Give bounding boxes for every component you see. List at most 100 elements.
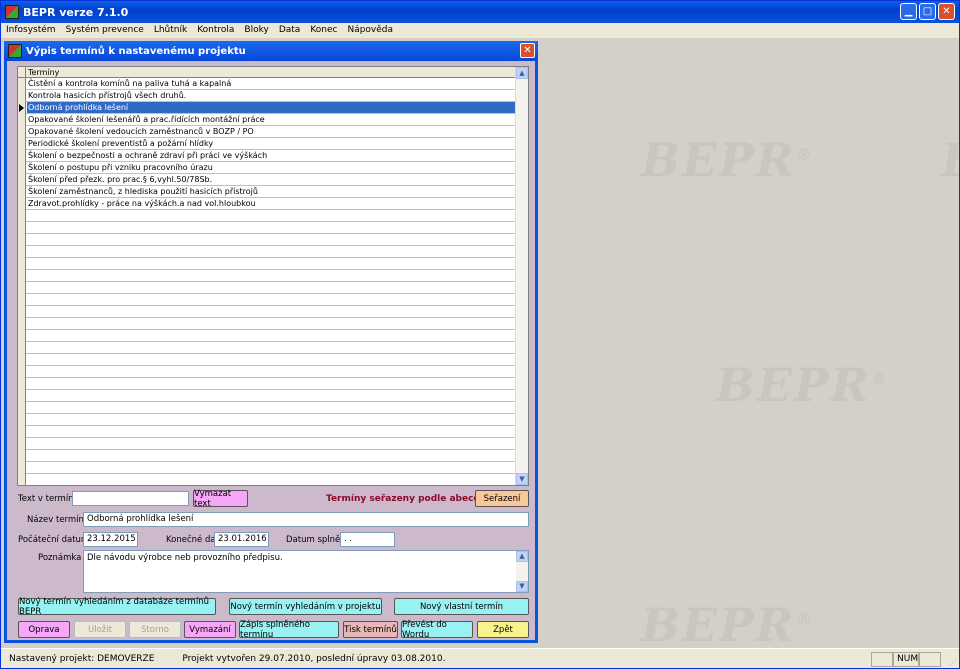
term-cell: Periodické školení preventistů a požární… [28, 139, 214, 148]
table-row[interactable]: Školení před přezk. pro prac.§ 6,vyhl.50… [18, 174, 516, 186]
table-row[interactable] [18, 234, 516, 246]
table-row[interactable]: Školení zaměstnanců, z hlediska použití … [18, 186, 516, 198]
record-done-button[interactable]: Zápis splněného termínu [239, 620, 339, 640]
note-scrollbar[interactable]: ▲ ▼ [516, 551, 528, 592]
name-field[interactable]: Odborná prohlídka lešení [83, 512, 529, 527]
search-input[interactable] [72, 491, 189, 506]
start-date-label: Počáteční datum [18, 535, 90, 545]
cancel-button[interactable]: Storno [129, 621, 181, 638]
table-row[interactable]: Periodické školení preventistů a požární… [18, 138, 516, 150]
table-row[interactable] [18, 222, 516, 234]
resize-grip-icon[interactable]: ⋰ [949, 658, 957, 667]
table-row[interactable] [18, 378, 516, 390]
row-indicator [18, 378, 26, 390]
note-scroll-down-button[interactable]: ▼ [516, 581, 528, 592]
table-row[interactable] [18, 354, 516, 366]
watermark-logo: BEPR [941, 133, 959, 187]
new-from-db-button[interactable]: Nový termín vyhledáním z databáze termín… [18, 597, 216, 617]
row-indicator [18, 270, 26, 282]
note-field[interactable]: Dle návodu výrobce neb provozního předpi… [83, 550, 529, 593]
back-button[interactable]: Zpět [477, 621, 529, 638]
table-row[interactable] [18, 462, 516, 474]
new-from-project-button[interactable]: Nový termín vyhledáním v projektu [229, 598, 382, 615]
sort-button[interactable]: Seřazení [475, 490, 529, 507]
row-indicator [18, 234, 26, 246]
window-close-button[interactable]: ✕ [520, 43, 535, 58]
clear-text-button[interactable]: Vymazat text [193, 489, 248, 509]
maximize-icon: □ [922, 6, 933, 17]
print-terms-button[interactable]: Tisk termínů [343, 621, 398, 638]
end-date-field[interactable]: 23.01.2016 [214, 532, 269, 547]
table-row[interactable]: Opakované školení vedoucích zaměstnanců … [18, 126, 516, 138]
done-date-field[interactable]: . . [340, 532, 395, 547]
column-header-terminy[interactable]: Termíny [28, 67, 59, 78]
close-icon: ✕ [523, 45, 532, 56]
table-row[interactable] [18, 366, 516, 378]
edit-button[interactable]: Oprava [18, 621, 70, 638]
maximize-button[interactable]: □ [919, 3, 936, 20]
table-row[interactable]: Kontrola hasicích přístrojů všech druhů. [18, 90, 516, 102]
scroll-down-button[interactable]: ▼ [516, 473, 528, 485]
table-row[interactable] [18, 474, 516, 485]
status-num: NUM [893, 652, 919, 667]
menu-bar: Infosystém Systém prevence Lhůtník Kontr… [1, 23, 959, 38]
scroll-up-button[interactable]: ▲ [516, 67, 528, 79]
table-row[interactable] [18, 402, 516, 414]
table-row[interactable] [18, 390, 516, 402]
table-row[interactable]: Odborná prohlídka lešení [18, 102, 516, 114]
export-to-word-button[interactable]: Převést do Wordu [401, 620, 473, 640]
watermark-logo: BEPR® [716, 358, 889, 412]
table-row[interactable]: Čistění a kontrola komínů na paliva tuhá… [18, 78, 516, 90]
row-indicator [18, 474, 26, 485]
app-titlebar[interactable]: BEPR verze 7.1.0 ▁ □ ✕ [1, 1, 959, 23]
table-row[interactable] [18, 246, 516, 258]
app-title: BEPR verze 7.1.0 [23, 5, 129, 19]
table-row[interactable] [18, 342, 516, 354]
chevron-up-icon: ▲ [519, 552, 525, 560]
row-indicator [18, 282, 26, 294]
table-row[interactable] [18, 450, 516, 462]
table-row[interactable] [18, 282, 516, 294]
sort-status-text: Termíny seřazeny podle abecedy. [326, 494, 495, 504]
delete-button[interactable]: Vymazání [184, 621, 236, 638]
minimize-button[interactable]: ▁ [900, 3, 917, 20]
menu-infosystem[interactable]: Infosystém [1, 23, 61, 38]
table-row[interactable] [18, 210, 516, 222]
table-row[interactable]: Zdravot.prohlídky - práce na výškách.a n… [18, 198, 516, 210]
row-indicator [18, 342, 26, 354]
menu-lhutnik[interactable]: Lhůtník [149, 23, 192, 38]
table-row[interactable] [18, 270, 516, 282]
table-row[interactable] [18, 318, 516, 330]
window-icon [8, 44, 22, 58]
menu-napoveda[interactable]: Nápověda [342, 23, 398, 38]
menu-system-prevence[interactable]: Systém prevence [61, 23, 149, 38]
grid-rows: Čistění a kontrola komínů na paliva tuhá… [18, 78, 516, 485]
status-empty-panel [871, 652, 893, 667]
table-row[interactable] [18, 426, 516, 438]
table-row[interactable] [18, 294, 516, 306]
menu-konec[interactable]: Konec [305, 23, 342, 38]
table-row[interactable]: Školení o bezpečnosti a ochraně zdraví p… [18, 150, 516, 162]
menu-data[interactable]: Data [274, 23, 306, 38]
note-scroll-up-button[interactable]: ▲ [516, 551, 528, 562]
vertical-scrollbar[interactable]: ▲ ▼ [515, 67, 528, 485]
table-row[interactable] [18, 438, 516, 450]
terms-window-titlebar[interactable]: Výpis termínů k nastavenému projektu ✕ [4, 41, 538, 61]
term-cell: Školení zaměstnanců, z hlediska použití … [28, 187, 258, 196]
save-button[interactable]: Uložit [74, 621, 126, 638]
table-row[interactable]: Školení o postupu při vzniku pracovního … [18, 162, 516, 174]
menu-kontrola[interactable]: Kontrola [192, 23, 239, 38]
table-row[interactable] [18, 330, 516, 342]
terms-grid[interactable]: Termíny Čistění a kontrola komínů na pal… [17, 66, 529, 486]
row-indicator [18, 318, 26, 330]
menu-bloky[interactable]: Bloky [239, 23, 273, 38]
table-row[interactable]: Opakované školení lešenářů a prac.řídící… [18, 114, 516, 126]
start-date-field[interactable]: 23.12.2015 [83, 532, 138, 547]
table-row[interactable] [18, 258, 516, 270]
term-cell: Školení před přezk. pro prac.§ 6,vyhl.50… [28, 175, 213, 184]
close-button[interactable]: ✕ [938, 3, 955, 20]
table-row[interactable] [18, 414, 516, 426]
table-row[interactable] [18, 306, 516, 318]
new-own-button[interactable]: Nový vlastní termín [394, 598, 529, 615]
term-cell: Školení o postupu při vzniku pracovního … [28, 163, 213, 172]
